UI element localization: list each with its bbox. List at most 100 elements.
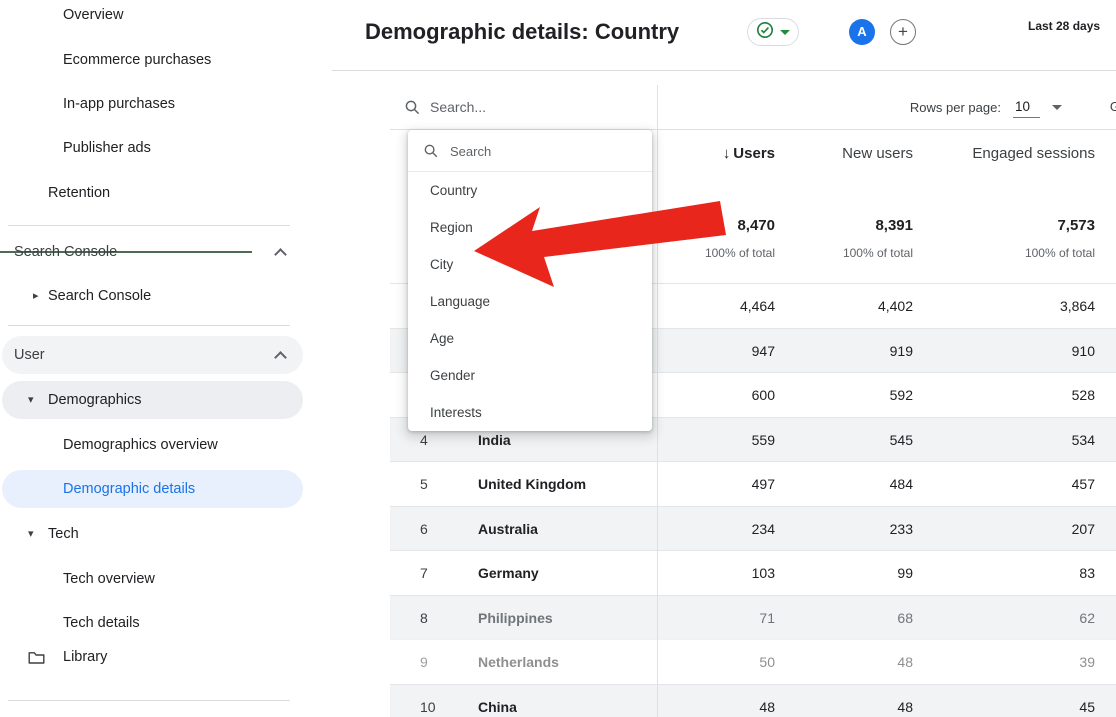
row-country: United Kingdom <box>478 462 586 506</box>
sidebar-item-in-app-purchases[interactable]: In-app purchases <box>63 89 175 119</box>
row-country: China <box>478 685 517 717</box>
row-new-users: 68 <box>897 596 913 640</box>
row-new-users: 592 <box>890 373 913 417</box>
table-search-input[interactable] <box>430 93 620 121</box>
row-new-users: 919 <box>890 329 913 373</box>
dropdown-option[interactable]: Gender <box>408 357 652 394</box>
dropdown-option[interactable]: Country <box>408 172 652 209</box>
folder-icon <box>28 650 45 669</box>
row-users: 4,464 <box>740 284 775 328</box>
sidebar-divider <box>8 325 290 326</box>
table-toolbar: Rows per page: 10 G <box>390 85 1116 130</box>
dropdown-search-row <box>408 130 652 172</box>
sidebar-section-search-console[interactable]: Search Console <box>14 237 117 267</box>
triangle-down-icon[interactable]: ▾ <box>28 385 34 415</box>
dropdown-search-input[interactable] <box>450 137 635 165</box>
row-new-users: 4,402 <box>878 284 913 328</box>
row-users: 947 <box>752 329 775 373</box>
sort-descending-icon: ↓ <box>723 145 731 162</box>
sidebar-item-demographics[interactable]: Demographics <box>48 385 142 415</box>
row-rank: 7 <box>420 551 454 595</box>
user-section-highlight <box>2 336 303 374</box>
row-engaged-sessions: 39 <box>1079 640 1095 684</box>
table-row[interactable]: 8 Philippines 71 68 62 <box>390 595 1116 640</box>
table-row[interactable]: 6 Australia 234 233 207 <box>390 506 1116 551</box>
sidebar-item-tech-details[interactable]: Tech details <box>63 608 140 638</box>
data-quality-badge[interactable] <box>747 18 799 46</box>
rows-per-page: Rows per page: 10 <box>910 85 1062 130</box>
dropdown-option[interactable]: City <box>408 246 652 283</box>
sidebar-item-search-console[interactable]: Search Console <box>48 281 151 311</box>
row-users: 600 <box>752 373 775 417</box>
chevron-up-icon[interactable] <box>274 248 287 261</box>
column-header-engaged-sessions[interactable]: Engaged sessions <box>972 130 1095 178</box>
row-engaged-sessions: 83 <box>1079 551 1095 595</box>
row-engaged-sessions: 910 <box>1072 329 1095 373</box>
sidebar-item-demographics-overview[interactable]: Demographics overview <box>63 430 218 460</box>
page-title: Demographic details: Country <box>365 17 679 47</box>
sidebar-divider <box>8 225 290 226</box>
sidebar-section-user[interactable]: User <box>14 340 45 370</box>
row-users: 234 <box>752 507 775 551</box>
header-divider <box>332 70 1116 71</box>
row-rank: 6 <box>420 507 454 551</box>
sidebar-item-ecommerce-purchases[interactable]: Ecommerce purchases <box>63 45 211 75</box>
rows-per-page-label: Rows per page: <box>910 100 1001 115</box>
row-engaged-sessions: 207 <box>1072 507 1095 551</box>
row-rank: 9 <box>420 640 454 684</box>
row-users: 559 <box>752 418 775 462</box>
avatar[interactable]: A <box>849 19 875 45</box>
table-row[interactable]: 9 Netherlands 50 48 39 <box>390 639 1116 684</box>
row-engaged-sessions: 3,864 <box>1060 284 1095 328</box>
row-new-users: 233 <box>890 507 913 551</box>
dropdown-option[interactable]: Region <box>408 209 652 246</box>
sidebar-item-retention[interactable]: Retention <box>48 178 110 208</box>
rows-per-page-select[interactable]: 10 <box>1013 98 1040 118</box>
search-icon <box>404 99 421 121</box>
row-country: Philippines <box>478 596 553 640</box>
row-country: Australia <box>478 507 538 551</box>
sidebar-item-publisher-ads[interactable]: Publisher ads <box>63 133 151 163</box>
sidebar-item-overview[interactable]: Overview <box>63 0 123 30</box>
dropdown-option[interactable]: Age <box>408 320 652 357</box>
row-engaged-sessions: 45 <box>1079 685 1095 717</box>
chevron-down-icon[interactable] <box>1052 105 1062 110</box>
row-country: Netherlands <box>478 640 559 684</box>
sidebar-item-demographic-details[interactable]: Demographic details <box>63 474 195 504</box>
add-comparison-button[interactable]: + <box>890 19 916 45</box>
sidebar-item-tech-overview[interactable]: Tech overview <box>63 564 155 594</box>
table-row[interactable]: 10 China 48 48 45 <box>390 684 1116 717</box>
dimension-dropdown: CountryRegionCityLanguageAgeGenderIntere… <box>408 130 652 431</box>
row-users: 50 <box>759 640 775 684</box>
search-icon <box>423 143 439 164</box>
main-content: Demographic details: Country A + Last 28… <box>330 0 1116 717</box>
dropdown-option[interactable]: Interests <box>408 394 652 431</box>
table-row[interactable]: 7 Germany 103 99 83 <box>390 550 1116 595</box>
row-new-users: 99 <box>897 551 913 595</box>
column-header-users[interactable]: ↓Users <box>723 130 775 178</box>
totals-engaged-sessions: 7,573 100% of total <box>1025 216 1095 260</box>
date-range-selector[interactable]: Last 28 days <box>1028 19 1100 33</box>
row-users: 497 <box>752 462 775 506</box>
sidebar-item-tech[interactable]: Tech <box>48 519 79 549</box>
row-engaged-sessions: 528 <box>1072 373 1095 417</box>
row-rank: 8 <box>420 596 454 640</box>
app-root: Overview Ecommerce purchases In-app purc… <box>0 0 1116 717</box>
triangle-right-icon[interactable]: ▸ <box>33 281 39 311</box>
sidebar: Overview Ecommerce purchases In-app purc… <box>0 0 330 717</box>
sidebar-divider <box>8 700 290 701</box>
table-row[interactable]: 5 United Kingdom 497 484 457 <box>390 461 1116 506</box>
column-separator <box>657 85 658 717</box>
row-rank: 10 <box>420 685 454 717</box>
row-new-users: 48 <box>897 640 913 684</box>
pagination-goto-clipped[interactable]: G <box>1110 99 1116 114</box>
verified-check-icon <box>756 21 774 44</box>
triangle-down-icon[interactable]: ▾ <box>28 519 34 549</box>
row-new-users: 48 <box>897 685 913 717</box>
column-header-new-users[interactable]: New users <box>842 130 913 178</box>
dropdown-option[interactable]: Language <box>408 283 652 320</box>
dropdown-options: CountryRegionCityLanguageAgeGenderIntere… <box>408 172 652 431</box>
report-table: Rows per page: 10 G ↓Users New users Eng… <box>390 85 1116 717</box>
sidebar-item-library[interactable]: Library <box>63 642 107 672</box>
row-users: 48 <box>759 685 775 717</box>
